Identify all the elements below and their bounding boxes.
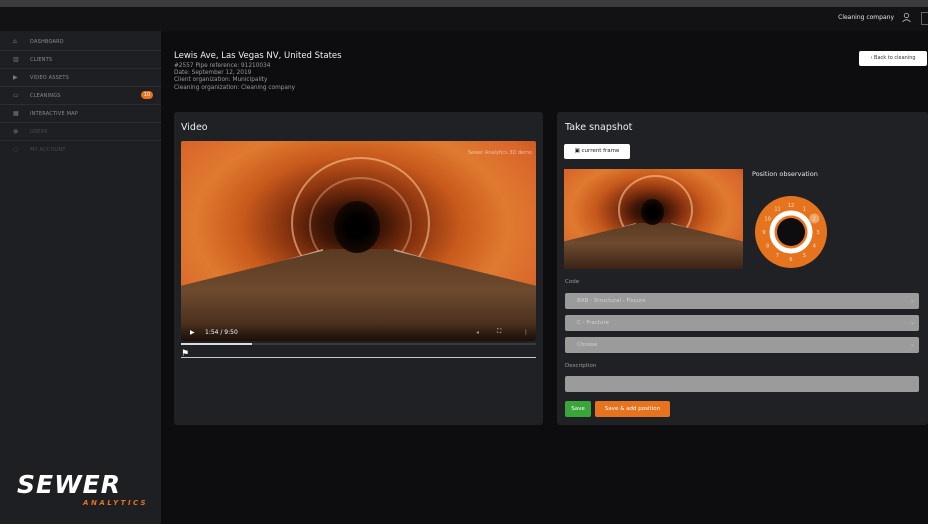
- sidebar: ⌂ Dashboard ▥ Clients ▶ Video assets ▭ C…: [0, 31, 161, 524]
- dial-position-4[interactable]: 4: [813, 243, 816, 249]
- folder-icon: ▭: [13, 92, 19, 99]
- sidebar-item-video-assets[interactable]: ▶ Video assets: [0, 69, 161, 87]
- home-icon: ⌂: [13, 38, 18, 45]
- video-player[interactable]: Sewer Analytics 3D demo ▶ 1:54 / 9:50 ◂ …: [181, 141, 536, 341]
- back-to-cleaning-button[interactable]: ‹ Back to cleaning: [859, 51, 927, 66]
- code-select[interactable]: BAB - Structural - Fissure ⌄: [565, 293, 919, 309]
- snapshot-card-title: Take snapshot: [565, 122, 633, 133]
- dial-position-5[interactable]: 5: [803, 253, 806, 259]
- sidebar-item-label: My account: [30, 147, 66, 153]
- user-icon[interactable]: [901, 12, 912, 23]
- observation-track[interactable]: [181, 357, 536, 358]
- sidebar-item-dashboard[interactable]: ⌂ Dashboard: [0, 33, 161, 51]
- building-icon: ▥: [13, 56, 19, 63]
- dial-position-1[interactable]: 1: [803, 206, 806, 212]
- dial-position-6[interactable]: 6: [789, 257, 792, 263]
- logo-subtitle: ANALYTICS: [83, 499, 148, 507]
- sidebar-item-label: Clients: [30, 57, 53, 63]
- company-name[interactable]: Cleaning company: [838, 14, 894, 21]
- snapshot-thumbnail: [564, 169, 743, 269]
- client-organization: Client organization: Municipality: [174, 77, 268, 84]
- cleaning-organization: Cleaning organization: Cleaning company: [174, 84, 296, 91]
- position-observation-label: Position observation: [752, 170, 818, 178]
- count-badge: 10: [141, 91, 153, 99]
- page-header: Lewis Ave, Las Vegas NV, United States #…: [174, 51, 342, 92]
- sidebar-item-interactive-map[interactable]: ▦ Interactive map: [0, 105, 161, 123]
- sidebar-item-my-account[interactable]: ○ My account: [0, 141, 161, 158]
- sewer-analytics-logo: SEWER ANALYTICS: [17, 471, 152, 511]
- sidebar-item-label: Dashboard: [30, 39, 64, 45]
- chevron-down-icon: ⌄: [909, 341, 915, 348]
- current-frame-label: current frame: [581, 148, 620, 154]
- description-label: Description: [565, 363, 597, 369]
- dial-position-9[interactable]: 9: [762, 230, 765, 236]
- sidebar-item-label: Users: [30, 129, 48, 135]
- chevron-down-icon: ⌄: [909, 297, 915, 304]
- code-detail-select[interactable]: C - Fracture ⌄: [565, 315, 919, 331]
- dial-center: [777, 218, 805, 246]
- topbar: Cleaning company: [0, 7, 928, 31]
- pipe-reference: #2557 Pipe reference: 91210034: [174, 63, 271, 69]
- dial-position-2[interactable]: 2: [813, 216, 816, 222]
- pipe-tunnel: [333, 201, 380, 253]
- dial-position-8[interactable]: 8: [766, 243, 769, 249]
- fullscreen-icon[interactable]: ⛶: [497, 328, 501, 336]
- code-detail-select-value: C - Fracture: [577, 320, 609, 326]
- sidebar-item-label: Interactive map: [30, 111, 78, 117]
- camera-icon: ▣: [574, 148, 580, 154]
- dial-position-11[interactable]: 11: [774, 206, 780, 212]
- app-window: Cleaning company ⌂ Dashboard ▥ Clients ▶…: [0, 7, 928, 524]
- video-time: 1:54 / 9:50: [205, 329, 238, 336]
- inspection-date: Date: September 12, 2019: [174, 70, 252, 77]
- sidebar-item-users[interactable]: ● Users: [0, 123, 161, 141]
- code-label: Code: [565, 279, 580, 285]
- current-frame-button[interactable]: ▣ current frame: [564, 144, 630, 159]
- dial-position-12[interactable]: 12: [788, 203, 794, 209]
- save-button[interactable]: Save: [565, 401, 591, 417]
- play-icon[interactable]: ▶: [190, 329, 195, 336]
- code-select-value: BAB - Structural - Fissure: [577, 298, 646, 304]
- video-icon: ▶: [13, 74, 18, 81]
- characterization-select[interactable]: Choose ⌄: [565, 337, 919, 353]
- clock-position-dial[interactable]: 121234567891011: [755, 196, 827, 268]
- dial-position-7[interactable]: 7: [776, 253, 779, 259]
- logout-icon[interactable]: [921, 12, 928, 25]
- chevron-down-icon: ⌄: [909, 319, 915, 326]
- video-seek-bar[interactable]: [181, 343, 536, 345]
- sidebar-item-cleanings[interactable]: ▭ Cleanings 10: [0, 87, 161, 105]
- video-watermark: Sewer Analytics 3D demo: [467, 150, 532, 156]
- more-options-icon[interactable]: ⋮: [523, 329, 529, 336]
- page-title: Lewis Ave, Las Vegas NV, United States: [174, 51, 342, 61]
- logo-wordmark: SEWER: [17, 470, 121, 499]
- dial-position-3[interactable]: 3: [816, 230, 819, 236]
- characterization-select-value: Choose: [577, 342, 598, 348]
- description-input[interactable]: [565, 376, 919, 392]
- account-icon: ○: [13, 146, 19, 153]
- sidebar-item-label: Video assets: [30, 75, 69, 81]
- map-icon: ▦: [13, 110, 19, 117]
- video-progress: [181, 343, 252, 345]
- video-card-title: Video: [181, 122, 208, 133]
- video-controls: ▶ 1:54 / 9:50 ◂ ⛶ ⋮: [181, 323, 536, 341]
- volume-icon[interactable]: ◂: [476, 329, 479, 336]
- dial-position-10[interactable]: 10: [764, 216, 770, 222]
- user-icon: ●: [13, 128, 19, 135]
- sidebar-item-clients[interactable]: ▥ Clients: [0, 51, 161, 69]
- pipe-tunnel: [640, 199, 665, 225]
- sidebar-item-label: Cleanings: [30, 93, 61, 99]
- save-and-add-position-button[interactable]: Save & add position: [595, 401, 670, 417]
